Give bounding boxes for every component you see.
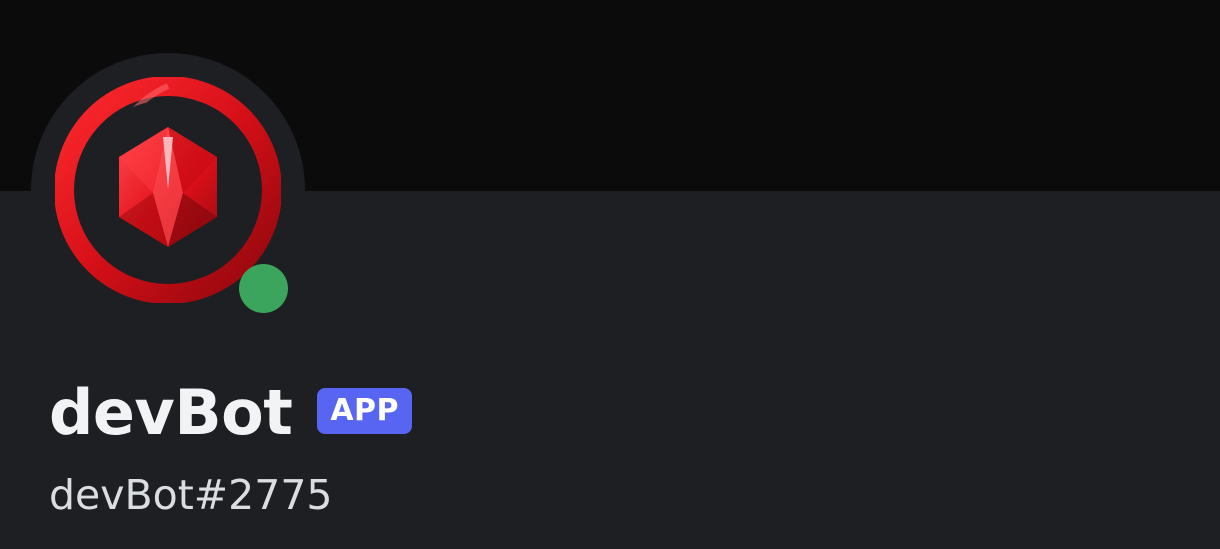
display-name: devBot bbox=[49, 376, 293, 449]
user-profile-card: devBot APP devBot#2775 bbox=[0, 0, 1220, 549]
username: devBot#2775 bbox=[49, 471, 333, 519]
app-badge: APP bbox=[317, 388, 413, 434]
name-row: devBot APP bbox=[49, 376, 413, 449]
online-status-icon bbox=[239, 264, 288, 313]
